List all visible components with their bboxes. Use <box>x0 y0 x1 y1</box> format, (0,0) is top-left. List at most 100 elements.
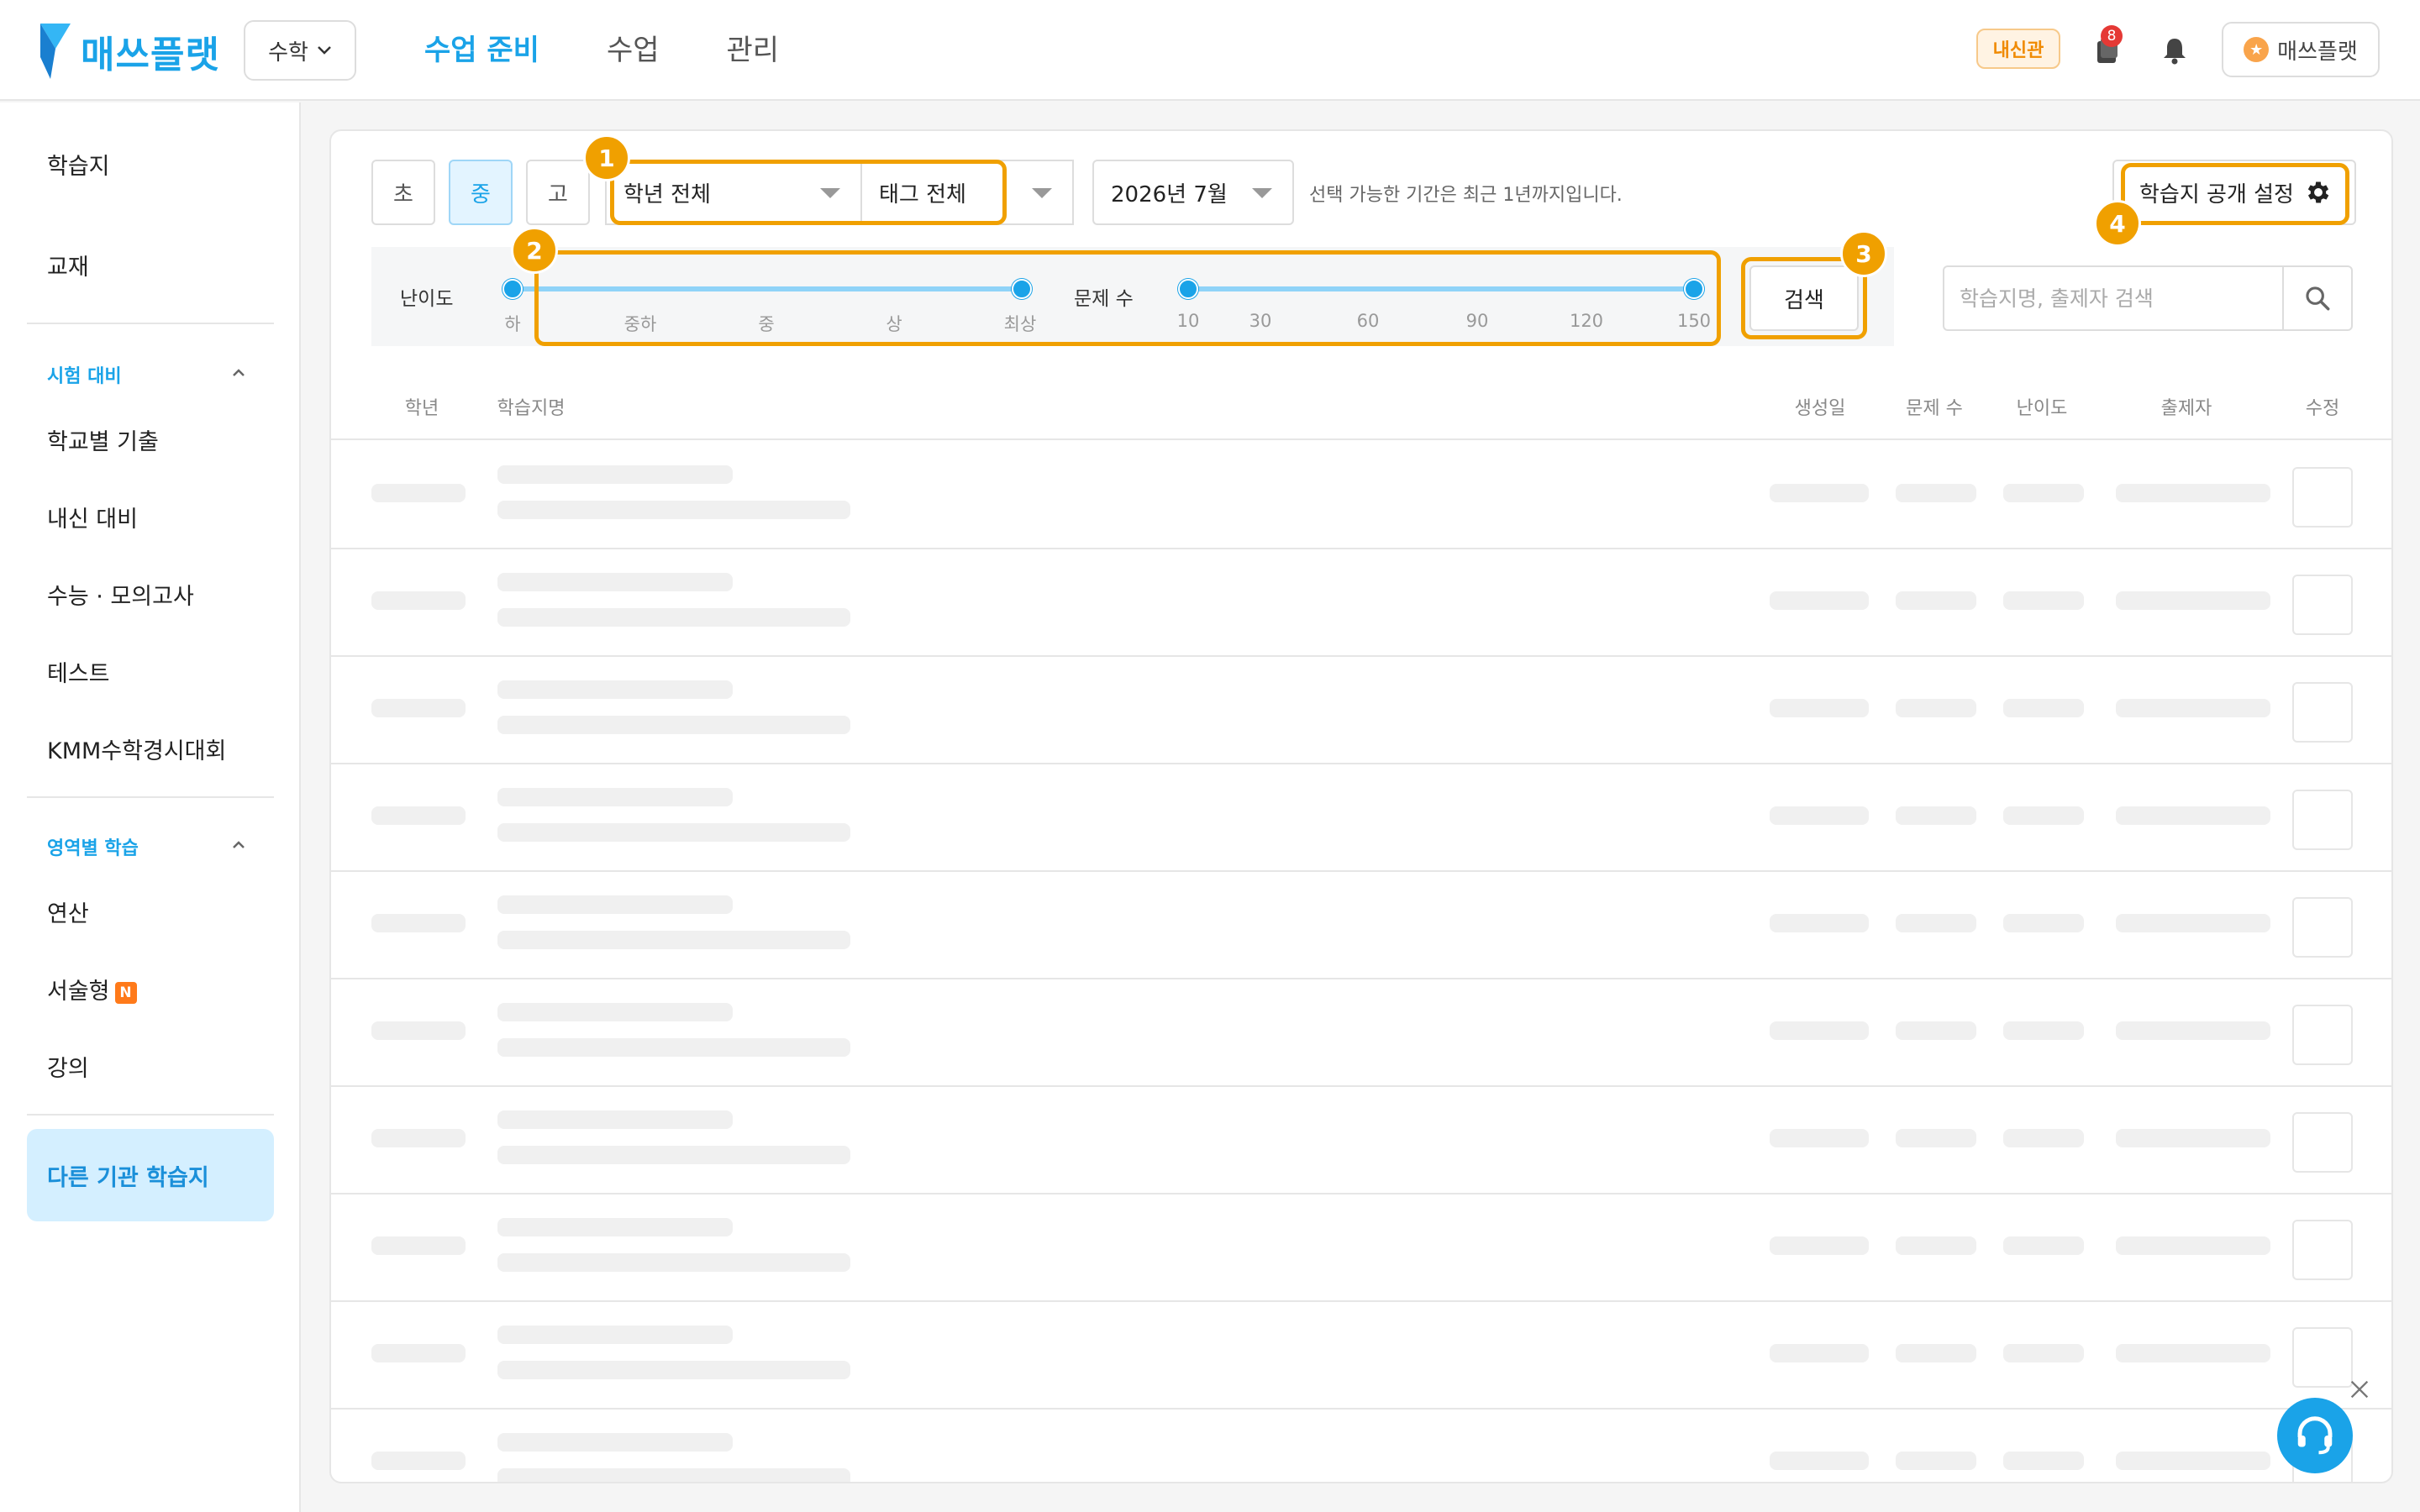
table-row[interactable] <box>331 442 2391 549</box>
question-count-label: 문제 수 <box>1074 288 1134 310</box>
table-row[interactable] <box>331 764 2391 872</box>
logo[interactable]: 매쓰플랫 <box>37 22 220 81</box>
level-elementary-button[interactable]: 초 <box>371 160 435 225</box>
skeleton-placeholder <box>371 591 466 610</box>
skeleton-placeholder <box>2003 806 2084 825</box>
sidebar-item-csat[interactable]: 수능 · 모의고사 <box>47 578 194 611</box>
question-count-slider-track[interactable] <box>1188 286 1692 291</box>
question-count-min-handle[interactable] <box>1178 279 1198 299</box>
table-row[interactable] <box>331 657 2391 764</box>
sidebar-item-other-institutions[interactable]: 다른 기관 학습지 <box>27 1129 274 1221</box>
sidebar-item-textbooks[interactable]: 교재 <box>47 249 89 281</box>
table-row[interactable] <box>331 1194 2391 1302</box>
caret-down-icon <box>1032 188 1052 198</box>
annotation-marker-4: 4 <box>2094 200 2141 247</box>
search-input[interactable] <box>1944 267 2284 329</box>
nav-lesson-prep[interactable]: 수업 준비 <box>424 25 539 76</box>
skeleton-placeholder <box>1896 806 1976 825</box>
tag-select[interactable]: 태그 전체 <box>860 160 1074 225</box>
column-header[interactable]: 문제 수 <box>1906 393 1963 420</box>
difficulty-tick: 중 <box>758 314 775 334</box>
grade-select-value: 학년 전체 <box>623 181 711 207</box>
question-count-max-handle[interactable] <box>1684 279 1704 299</box>
gear-icon <box>2307 181 2329 203</box>
star-icon: ★ <box>2244 37 2270 62</box>
search-icon[interactable] <box>2282 267 2351 329</box>
skeleton-placeholder <box>2116 1236 2270 1255</box>
level-middle-button[interactable]: 중 <box>449 160 513 225</box>
sidebar-section-exam[interactable]: 시험 대비 <box>47 361 122 388</box>
skeleton-placeholder <box>497 465 733 484</box>
sidebar-item-kmm[interactable]: KMM수학경시대회 <box>47 732 226 765</box>
column-header[interactable]: 난이도 <box>2017 393 2068 420</box>
difficulty-max-handle[interactable] <box>1012 279 1032 299</box>
skeleton-placeholder <box>1770 914 1869 932</box>
sidebar-item-arithmetic[interactable]: 연산 <box>47 895 89 928</box>
level-high-button[interactable]: 고 <box>526 160 590 225</box>
table-row[interactable] <box>331 549 2391 657</box>
edit-placeholder <box>2292 897 2353 958</box>
search-button[interactable]: 검색 <box>1749 265 1859 331</box>
table-row[interactable] <box>331 1410 2391 1482</box>
column-header[interactable]: 학습지명 <box>497 393 566 420</box>
skeleton-placeholder <box>497 1468 850 1482</box>
sidebar-item-worksheets[interactable]: 학습지 <box>47 148 110 181</box>
headset-icon <box>2297 1416 2333 1455</box>
skeleton-placeholder <box>371 484 466 502</box>
table-row[interactable] <box>331 1087 2391 1194</box>
sidebar-item-lectures[interactable]: 강의 <box>47 1050 89 1083</box>
chevron-up-icon[interactable] <box>229 363 249 383</box>
profile-button[interactable]: ★ 매쓰플랫 <box>2222 22 2380 77</box>
support-chat-button[interactable] <box>2277 1398 2353 1473</box>
divider <box>27 1114 274 1116</box>
caret-down-icon <box>1252 188 1272 198</box>
grade-select[interactable]: 학년 전체 <box>605 160 862 225</box>
subject-select[interactable]: 수학 <box>244 20 356 81</box>
column-header[interactable]: 수정 <box>2306 393 2339 420</box>
skeleton-placeholder <box>497 1253 850 1272</box>
sidebar-item-school-exams[interactable]: 학교별 기출 <box>47 423 159 456</box>
naesin-badge[interactable]: 내신관 <box>1976 29 2060 69</box>
chevron-up-icon[interactable] <box>229 835 249 855</box>
table-row[interactable] <box>331 872 2391 979</box>
skeleton-placeholder <box>2116 699 2270 717</box>
column-header[interactable]: 생성일 <box>1795 393 1846 420</box>
bell-icon[interactable] <box>2156 32 2193 69</box>
skeleton-placeholder <box>497 1218 733 1236</box>
sidebar-item-naesin[interactable]: 내신 대비 <box>47 501 138 533</box>
skeleton-placeholder <box>371 1452 466 1470</box>
question-count-tick: 60 <box>1356 311 1380 331</box>
skeleton-placeholder <box>2116 484 2270 502</box>
sidebar-item-test[interactable]: 테스트 <box>47 655 110 688</box>
skeleton-placeholder <box>1896 699 1976 717</box>
skeleton-placeholder <box>497 1361 850 1379</box>
sidebar: 학습지 교재 시험 대비 학교별 기출 내신 대비 수능 · 모의고사 테스트 … <box>0 102 301 1512</box>
difficulty-min-handle[interactable] <box>502 279 523 299</box>
skeleton-placeholder <box>2003 1236 2084 1255</box>
nav-lesson[interactable]: 수업 <box>607 25 660 76</box>
month-select[interactable]: 2026년 7월 <box>1092 160 1294 225</box>
annotation-marker-2: 2 <box>511 227 558 274</box>
caret-down-icon <box>820 188 840 198</box>
edit-placeholder <box>2292 1220 2353 1280</box>
skeleton-placeholder <box>497 680 733 699</box>
difficulty-slider-track[interactable] <box>513 286 1022 291</box>
skeleton-placeholder <box>1770 1021 1869 1040</box>
skeleton-placeholder <box>497 608 850 627</box>
profile-label: 매쓰플랫 <box>2277 39 2358 65</box>
publish-settings-button[interactable]: 학습지 공개 설정 <box>2112 160 2356 225</box>
column-header[interactable]: 학년 <box>405 393 439 420</box>
skeleton-placeholder <box>497 1110 733 1129</box>
nav-manage[interactable]: 관리 <box>727 25 780 76</box>
table-row[interactable] <box>331 1302 2391 1410</box>
sidebar-section-domain[interactable]: 영역별 학습 <box>47 833 139 860</box>
close-icon[interactable] <box>2348 1378 2371 1401</box>
edit-placeholder <box>2292 1327 2353 1388</box>
table-row[interactable] <box>331 979 2391 1087</box>
skeleton-placeholder <box>1770 806 1869 825</box>
skeleton-placeholder <box>1896 1452 1976 1470</box>
table-header: 학년 학습지명 생성일 문제 수 난이도 출제자 수정 <box>331 373 2391 440</box>
question-count-tick: 150 <box>1676 311 1712 331</box>
column-header[interactable]: 출제자 <box>2161 393 2212 420</box>
sidebar-item-descriptive[interactable]: 서술형 N <box>47 973 137 1005</box>
